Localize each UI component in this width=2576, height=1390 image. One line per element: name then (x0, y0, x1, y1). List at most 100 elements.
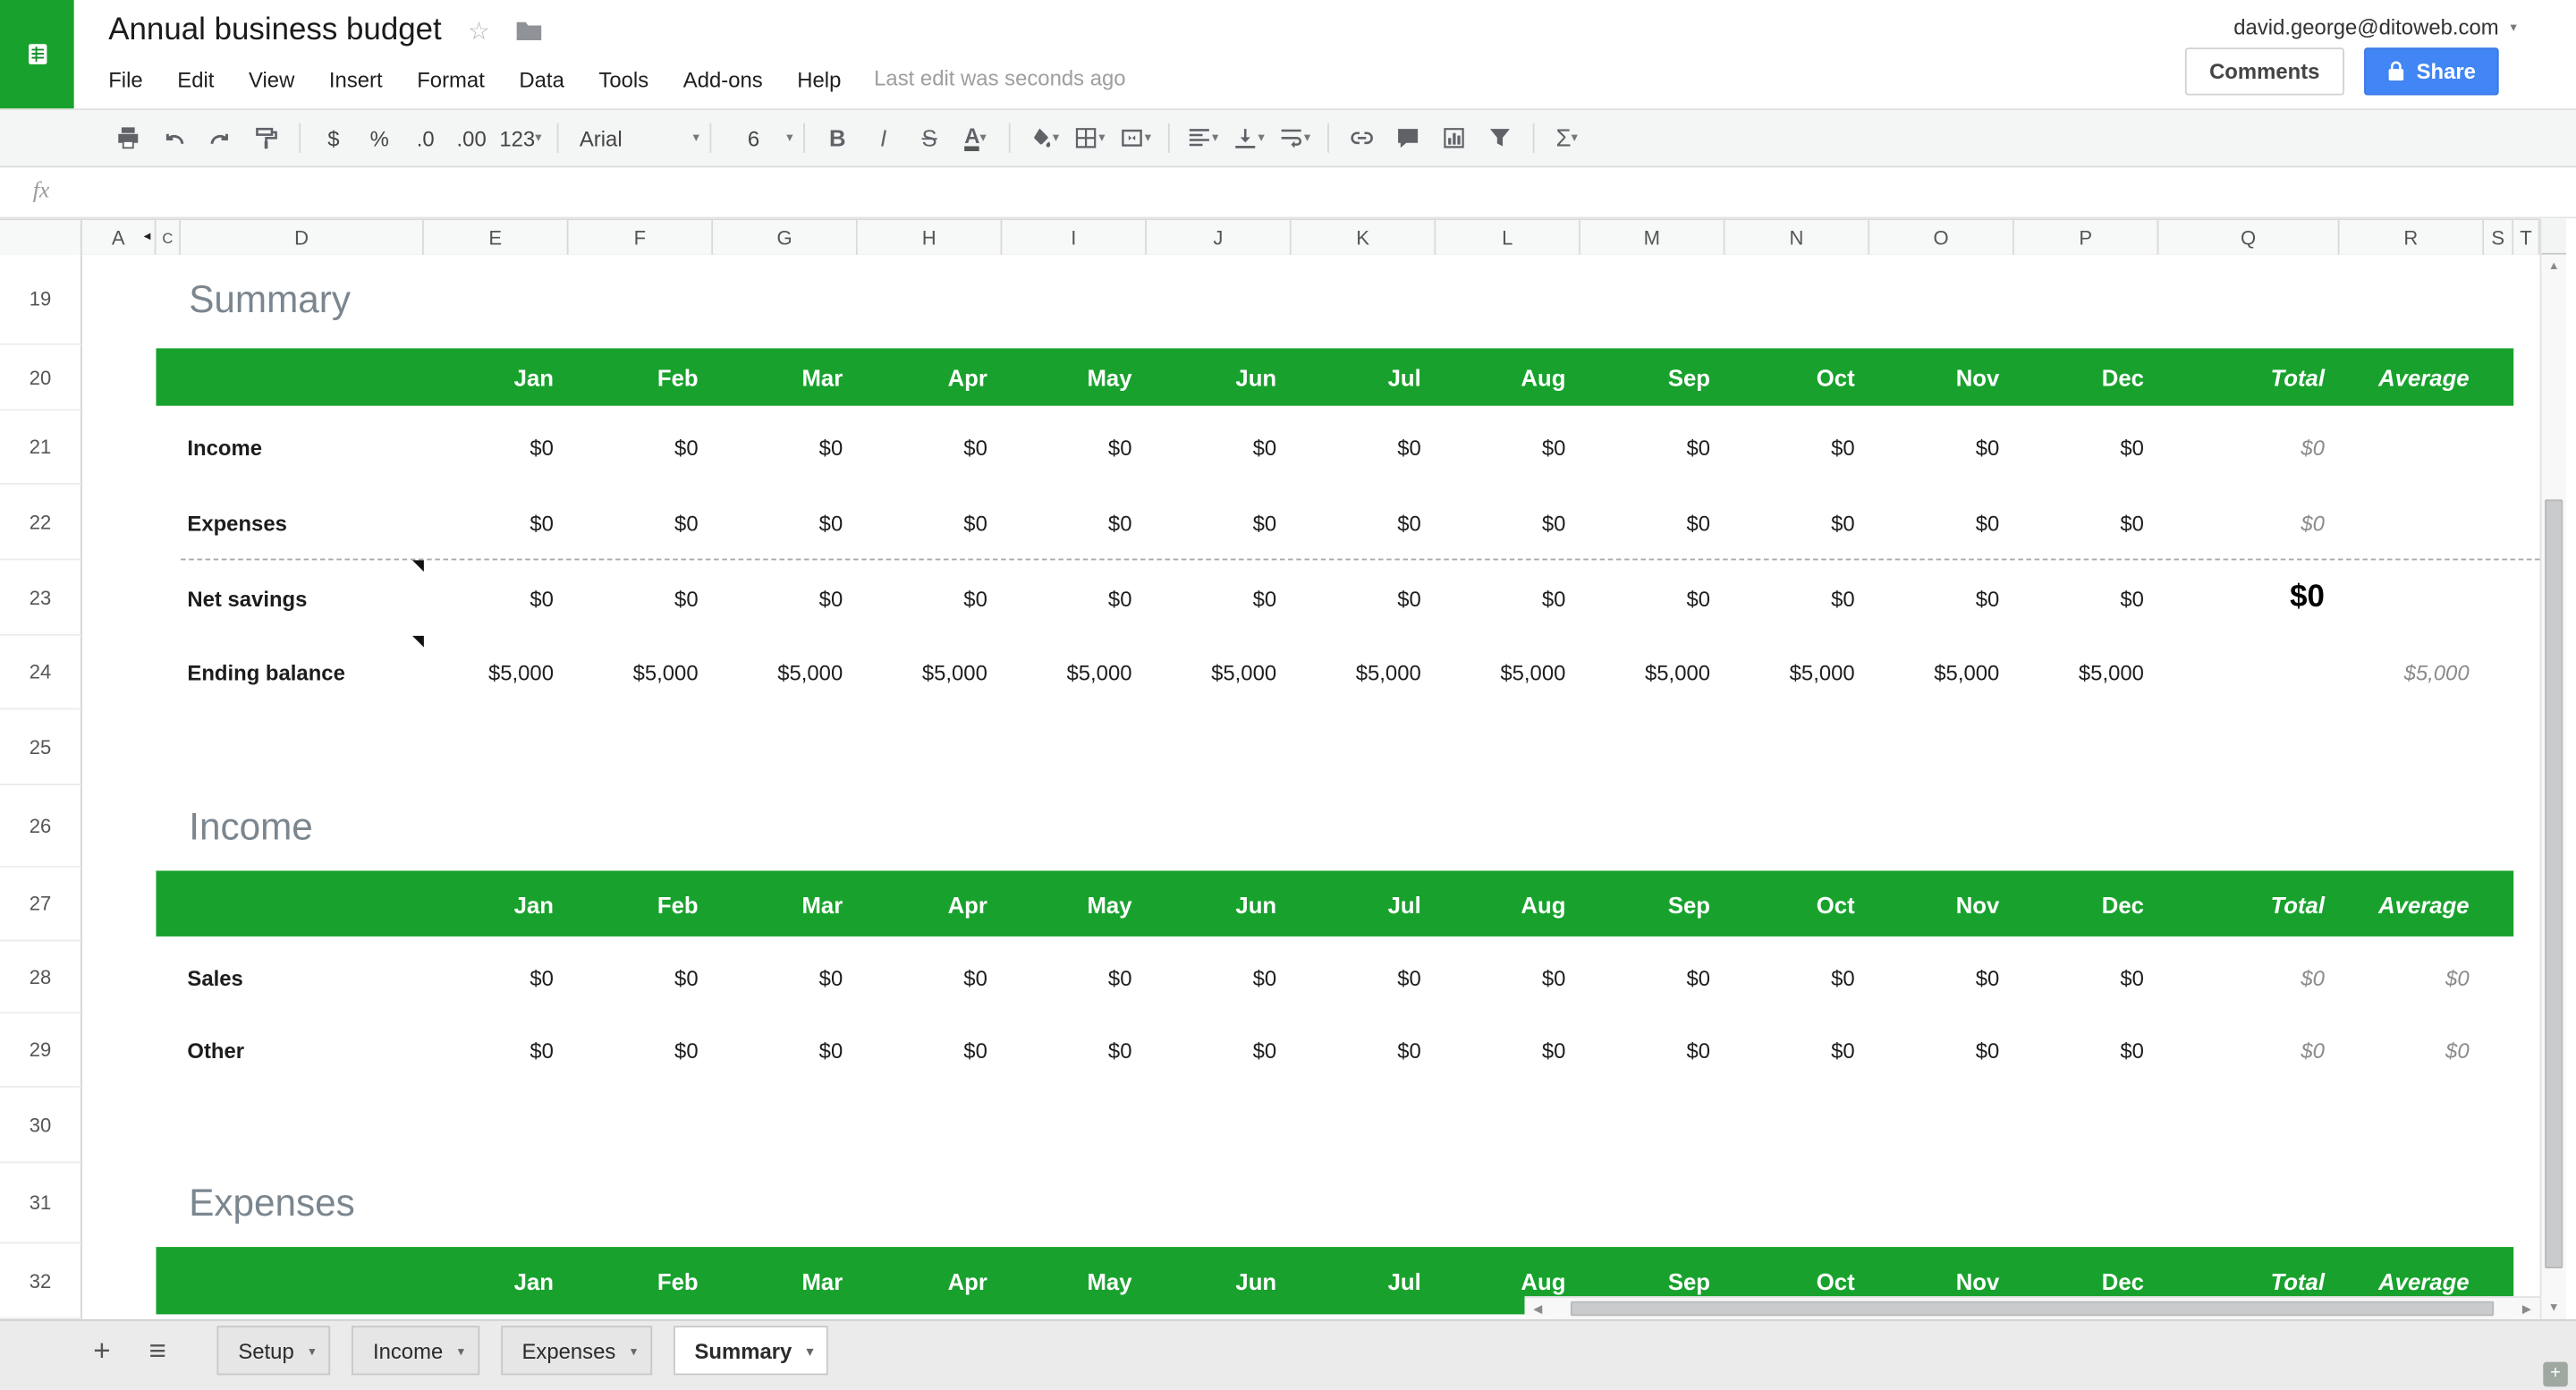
cell-value[interactable]: $0 (1436, 411, 1580, 485)
cell-value[interactable]: $0 (569, 411, 714, 485)
row-header-26[interactable]: 26 (0, 784, 82, 868)
cell-value[interactable]: $0 (569, 1013, 714, 1088)
cell-value[interactable]: $0 (424, 941, 569, 1013)
column-header-I[interactable]: I (1002, 220, 1148, 255)
paint-format-button[interactable] (248, 118, 284, 157)
text-wrap-button[interactable]: ▾ (1276, 118, 1312, 157)
month-header-apr[interactable]: Apr (858, 868, 1003, 942)
row-header-31[interactable]: 31 (0, 1163, 82, 1244)
cell-value[interactable]: $0 (1580, 941, 1725, 1013)
month-header-mar[interactable]: Mar (713, 868, 858, 942)
month-header-jul[interactable]: Jul (1292, 868, 1436, 942)
cell-value[interactable]: $0 (1002, 560, 1147, 635)
row-label-ending-balance[interactable]: Ending balance (181, 635, 424, 710)
undo-button[interactable] (156, 118, 191, 157)
cell-value[interactable]: $0 (1147, 485, 1292, 560)
select-all-corner[interactable] (0, 220, 82, 255)
insert-chart-button[interactable] (1436, 118, 1471, 157)
column-header-C[interactable]: C (156, 220, 182, 255)
cell-value[interactable]: $0 (1436, 485, 1580, 560)
cell-value[interactable]: $0 (1147, 560, 1292, 635)
star-icon[interactable]: ☆ (468, 19, 490, 44)
folder-icon[interactable] (516, 21, 542, 41)
menu-insert[interactable]: Insert (329, 66, 383, 91)
cell-value[interactable]: $0 (569, 941, 714, 1013)
launcher-button[interactable]: + (2543, 1361, 2568, 1387)
cell-value[interactable]: $0 (1147, 411, 1292, 485)
vertical-scroll-thumb[interactable] (2545, 499, 2563, 1268)
scroll-up-button[interactable]: ▲ (2541, 254, 2566, 278)
total-header[interactable]: Total (2158, 345, 2339, 411)
cell-value[interactable]: $5,000 (2014, 636, 2159, 710)
cell-value[interactable]: $0 (858, 941, 1003, 1013)
cell-value[interactable]: $0 (569, 560, 714, 635)
cell-value[interactable]: $0 (858, 485, 1003, 560)
row-label-net-savings[interactable]: Net savings (181, 560, 424, 635)
month-header-feb[interactable]: Feb (569, 868, 714, 942)
average-header[interactable]: Average (2340, 868, 2485, 942)
row-header-24[interactable]: 24 (0, 635, 82, 710)
cell-value[interactable]: $0 (1436, 560, 1580, 635)
month-header-may[interactable]: May (1002, 1243, 1147, 1318)
column-header-K[interactable]: K (1291, 220, 1436, 255)
month-header-jan[interactable]: Jan (424, 868, 569, 942)
cell-average[interactable]: $5,000 (2340, 636, 2485, 710)
row-header-21[interactable]: 21 (0, 411, 82, 485)
cell-value[interactable]: $0 (2014, 941, 2159, 1013)
insert-comment-button[interactable] (1389, 118, 1425, 157)
cell-value[interactable]: $0 (1292, 411, 1436, 485)
month-header-nov[interactable]: Nov (1869, 345, 2014, 411)
cell-value[interactable]: $0 (1292, 1013, 1436, 1088)
menu-data[interactable]: Data (519, 66, 564, 91)
cell-value[interactable]: $0 (1869, 1013, 2014, 1088)
last-edit-status[interactable]: Last edit was seconds ago (874, 65, 1125, 90)
column-header-S[interactable]: S (2484, 220, 2514, 255)
column-header-A[interactable]: A ◄ (81, 220, 157, 255)
section-title-summary[interactable]: Summary (189, 255, 351, 345)
menu-addons[interactable]: Add-ons (683, 66, 763, 91)
total-header[interactable]: Total (2158, 868, 2339, 942)
vertical-scroll-track[interactable] (2541, 277, 2566, 1296)
font-size-dropdown[interactable]: 6 (725, 118, 781, 157)
functions-button[interactable]: Σ ▾ (1549, 118, 1585, 157)
cell-total[interactable]: $0 (2158, 411, 2339, 485)
fill-color-button[interactable]: ▾ (1025, 118, 1061, 157)
cell-value[interactable]: $0 (1580, 1013, 1725, 1088)
cell-value[interactable]: $0 (424, 411, 569, 485)
cell-total[interactable]: $0 (2158, 560, 2339, 635)
cell-value[interactable]: $5,000 (1147, 636, 1292, 710)
formula-bar[interactable]: fx (0, 167, 2576, 219)
cell-value[interactable]: $0 (1725, 1013, 1870, 1088)
filter-button[interactable] (1481, 118, 1517, 157)
column-header-M[interactable]: M (1580, 220, 1725, 255)
cell-value[interactable]: $0 (1002, 485, 1147, 560)
decrease-decimals-button[interactable]: .0 (408, 118, 444, 157)
month-header-sep[interactable]: Sep (1580, 868, 1725, 942)
cell-value[interactable]: $0 (1436, 941, 1580, 1013)
scroll-down-button[interactable]: ▼ (2541, 1296, 2566, 1319)
cell-value[interactable]: $5,000 (713, 636, 858, 710)
menu-file[interactable]: File (108, 66, 142, 91)
month-header-jul[interactable]: Jul (1292, 1243, 1436, 1318)
tab-caret-icon[interactable]: ▾ (458, 1343, 464, 1359)
tab-caret-icon[interactable]: ▾ (631, 1343, 637, 1359)
month-header-jan[interactable]: Jan (424, 345, 569, 411)
cell-total[interactable]: $0 (2158, 485, 2339, 560)
horizontal-scroll-thumb[interactable] (1570, 1301, 2495, 1317)
cell-value[interactable]: $0 (713, 560, 858, 635)
row-header-27[interactable]: 27 (0, 867, 82, 942)
hidden-columns-indicator[interactable]: ◄ (141, 232, 153, 243)
month-header-mar[interactable]: Mar (713, 1243, 858, 1318)
cell-value[interactable]: $0 (1002, 941, 1147, 1013)
horizontal-align-button[interactable]: ▾ (1184, 118, 1220, 157)
cell-value[interactable]: $0 (1292, 485, 1436, 560)
cell-value[interactable]: $0 (1725, 560, 1870, 635)
row-header-28[interactable]: 28 (0, 941, 82, 1014)
row-header-25[interactable]: 25 (0, 709, 82, 785)
scroll-left-button[interactable]: ◀ (1524, 1298, 1551, 1319)
menu-help[interactable]: Help (797, 66, 841, 91)
column-header-N[interactable]: N (1724, 220, 1870, 255)
cell-value[interactable]: $0 (1725, 411, 1870, 485)
increase-decimals-button[interactable]: .00 (453, 118, 489, 157)
column-header-R[interactable]: R (2339, 220, 2485, 255)
